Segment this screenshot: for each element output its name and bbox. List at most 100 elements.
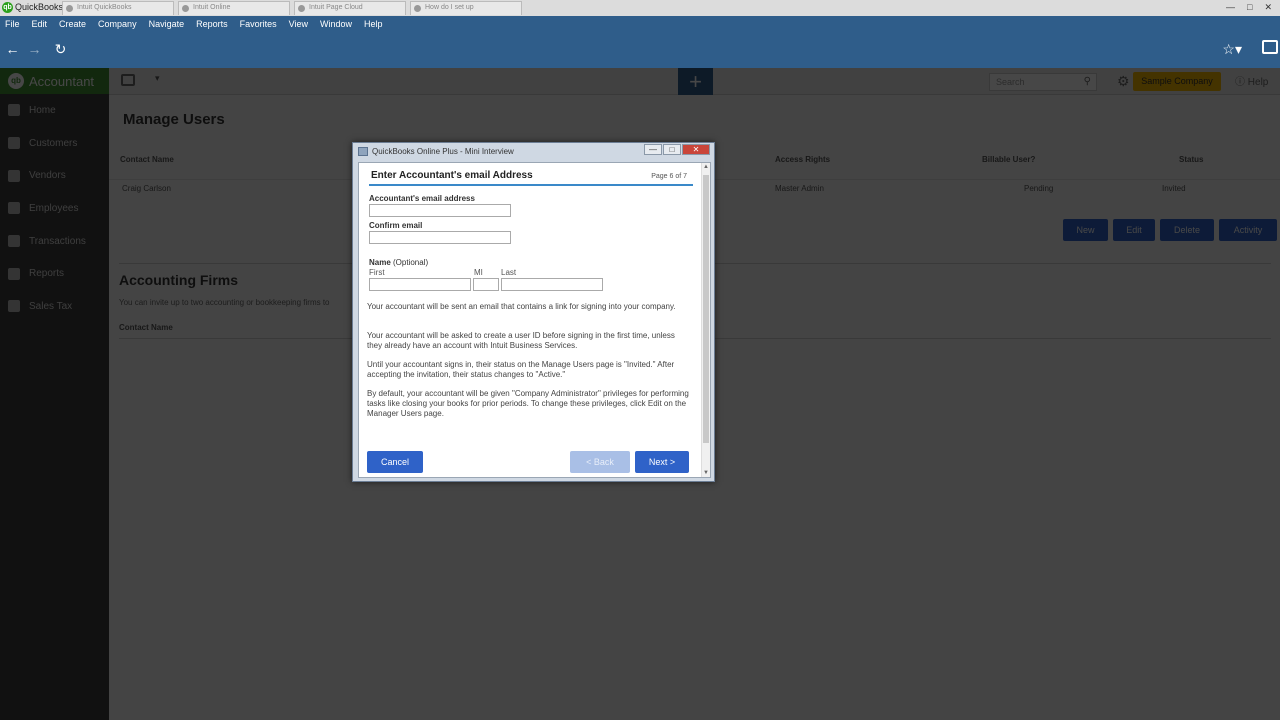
sidebar-item-label: Customers [29, 137, 78, 149]
menu-create[interactable]: Create [59, 19, 86, 29]
menu-file[interactable]: File [5, 19, 20, 29]
chat-icon[interactable] [1262, 40, 1278, 54]
first-label: First [369, 268, 385, 277]
forward-icon[interactable]: → [26, 41, 43, 58]
column-contact-name: Contact Name [120, 155, 174, 164]
sidebar-item-sales-tax[interactable]: Sales Tax [0, 290, 109, 323]
help-icon: ⓘ [1235, 77, 1248, 88]
new-button[interactable]: New [1063, 219, 1108, 241]
last-label: Last [501, 268, 517, 277]
user-name: Craig Carlson [122, 184, 171, 193]
info-paragraph: Your accountant will be sent an email th… [367, 302, 676, 311]
app-title: QuickBooks [15, 2, 64, 12]
next-button[interactable]: Next > [635, 451, 689, 473]
sidebar-item-label: Reports [29, 268, 65, 280]
dialog-body: Enter Accountant's email Address Page 6 … [358, 162, 711, 478]
dialog-scrollbar[interactable]: ▲ ▼ [701, 163, 710, 477]
menu-navigate[interactable]: Navigate [149, 19, 185, 29]
window-controls: — □ ✕ [1226, 2, 1272, 13]
refresh-icon[interactable]: ↻ [52, 41, 69, 58]
back-button[interactable]: < Back [570, 451, 630, 473]
sidebar-item-home[interactable]: Home [0, 94, 109, 127]
star-icon[interactable]: ☆▾ [1222, 41, 1242, 58]
navigation-bar: ← → ↻ ☆▾ [0, 32, 1280, 68]
info-paragraph: Until your accountant signs in, their st… [367, 360, 675, 379]
cancel-button[interactable]: Cancel [367, 451, 423, 473]
menu-reports[interactable]: Reports [196, 19, 228, 29]
sidebar-item-transactions[interactable]: Transactions [0, 225, 109, 258]
search-placeholder: Search [996, 77, 1025, 87]
last-name-field[interactable] [501, 278, 603, 291]
email-field[interactable] [369, 204, 511, 217]
browser-tab[interactable]: Intuit Page Cloud [294, 1, 406, 15]
name-label: Name (Optional) [369, 258, 428, 267]
chevron-down-icon[interactable]: ▾ [155, 73, 160, 84]
menu-window[interactable]: Window [320, 19, 352, 29]
minimize-button[interactable]: — [644, 144, 662, 155]
sidebar-item-customers[interactable]: Customers [0, 127, 109, 160]
mini-interview-dialog: QuickBooks Online Plus - Mini Interview … [352, 142, 715, 482]
search-input[interactable]: Search ⚲ [989, 73, 1097, 91]
vendors-icon [8, 169, 20, 182]
delete-button[interactable]: Delete [1160, 219, 1214, 241]
gear-icon[interactable]: ⚙ [1117, 73, 1130, 90]
browser-tab[interactable]: Intuit Online [178, 1, 290, 15]
info-paragraph: By default, your accountant will be give… [367, 389, 689, 418]
menu-help[interactable]: Help [364, 19, 383, 29]
sales-tax-icon [8, 300, 20, 313]
confirm-email-field[interactable] [369, 231, 511, 244]
search-icon[interactable]: ⚲ [1084, 76, 1091, 87]
menu-view[interactable]: View [289, 19, 308, 29]
first-name-field[interactable] [369, 278, 471, 291]
qb-logo-icon: qb [8, 73, 24, 89]
sidebar-item-label: Home [29, 104, 56, 116]
maximize-button[interactable]: □ [1247, 2, 1252, 13]
home-icon [8, 104, 20, 117]
brand-label: Accountant [29, 73, 95, 89]
window-titlebar: qb QuickBooks Intuit QuickBooks Intuit O… [0, 0, 1280, 16]
sidebar-item-label: Transactions [29, 235, 86, 247]
reports-icon [8, 267, 20, 280]
menu-edit[interactable]: Edit [32, 19, 48, 29]
company-button[interactable]: Sample Company [1133, 72, 1221, 91]
inbox-icon[interactable] [121, 74, 135, 86]
edit-button[interactable]: Edit [1113, 219, 1155, 241]
transactions-icon [8, 235, 20, 248]
column-billable-user: Billable User? [982, 155, 1036, 164]
mi-field[interactable] [473, 278, 499, 291]
sidebar-item-vendors[interactable]: Vendors [0, 159, 109, 192]
sidebar-item-label: Sales Tax [29, 300, 73, 312]
sidebar-item-reports[interactable]: Reports [0, 257, 109, 290]
confirm-email-label: Confirm email [369, 221, 423, 230]
scroll-up-icon[interactable]: ▲ [703, 164, 709, 170]
menu-favorites[interactable]: Favorites [240, 19, 277, 29]
sidebar-item-employees[interactable]: Employees [0, 192, 109, 225]
plus-icon[interactable]: + [678, 68, 713, 95]
dialog-window-controls: — □ ✕ [644, 144, 710, 155]
user-status: Invited [1162, 184, 1186, 193]
help-button[interactable]: ⓘ Help [1235, 73, 1268, 88]
maximize-button[interactable]: □ [663, 144, 681, 155]
info-paragraph: Your accountant will be asked to create … [367, 331, 675, 350]
main-header: ▾ + Search ⚲ ⚙ Sample Company ⓘ Help [109, 68, 1280, 95]
section-subtitle: You can invite up to two accounting or b… [119, 298, 330, 307]
close-button[interactable]: ✕ [1264, 2, 1272, 13]
help-label: Help [1247, 77, 1269, 88]
mi-label: MI [474, 268, 483, 277]
minimize-button[interactable]: — [1226, 2, 1235, 13]
dialog-heading: Enter Accountant's email Address [371, 170, 533, 181]
browser-tab[interactable]: Intuit QuickBooks [62, 1, 174, 15]
customers-icon [8, 137, 20, 150]
back-icon[interactable]: ← [4, 41, 21, 58]
activity-button[interactable]: Activity [1219, 219, 1277, 241]
menu-company[interactable]: Company [98, 19, 137, 29]
scrollbar-thumb[interactable] [703, 175, 709, 443]
column-status: Status [1179, 155, 1204, 164]
close-button[interactable]: ✕ [682, 144, 710, 155]
name-optional-text: (Optional) [390, 258, 429, 267]
name-label-text: Name [369, 258, 391, 267]
section-title: Accounting Firms [119, 272, 239, 288]
browser-tab[interactable]: How do I set up [410, 1, 522, 15]
scroll-down-icon[interactable]: ▼ [703, 470, 709, 476]
user-access: Master Admin [775, 184, 824, 193]
